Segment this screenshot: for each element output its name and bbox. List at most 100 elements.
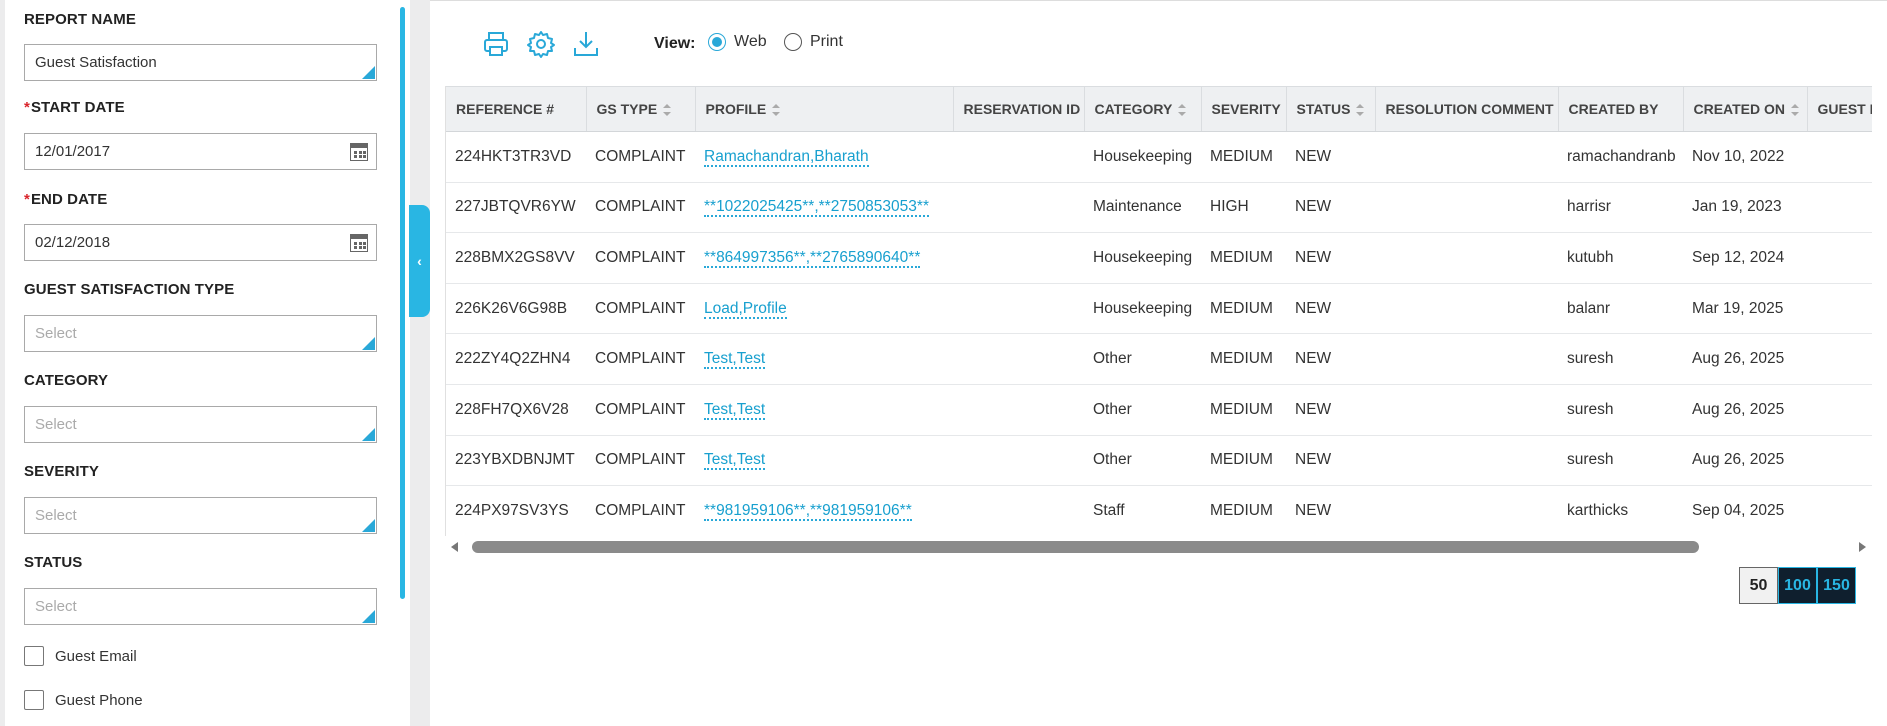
status-select[interactable]: Select [24, 588, 377, 625]
col-header-reservation-id[interactable]: RESERVATION ID [953, 86, 1085, 132]
col-header-severity[interactable]: SEVERITY [1201, 86, 1287, 132]
table-row[interactable]: 224HKT3TR3VD COMPLAINT Ramachandran,Bharat… [446, 131, 1872, 183]
category-select[interactable]: Select [24, 406, 377, 443]
profile-link[interactable]: Test,Test [704, 350, 766, 370]
table-cell: ramachandranb [1558, 131, 1683, 183]
guest-phone-checkbox[interactable] [24, 690, 44, 710]
col-header-guest-email[interactable]: GUEST E [1807, 86, 1872, 132]
table-cell [1375, 182, 1558, 234]
web-radio[interactable] [708, 33, 726, 51]
report-name-select[interactable]: Guest Satisfaction [24, 44, 377, 81]
left-panel-scrollbar[interactable] [400, 7, 405, 599]
col-header-resolution-comment[interactable]: RESOLUTION COMMENT [1375, 86, 1559, 132]
profile-link[interactable]: Ramachandran,Bharath [704, 147, 869, 167]
print-radio-label: Print [810, 33, 843, 50]
horizontal-scrollbar[interactable] [445, 537, 1872, 557]
scroll-left-arrow-icon[interactable] [451, 542, 458, 552]
dropdown-corner-icon [362, 66, 375, 79]
table-cell: NEW [1286, 283, 1375, 335]
start-date-field[interactable]: 12/01/2017 [24, 133, 377, 170]
col-header-created-on[interactable]: CREATED ON [1683, 86, 1808, 132]
end-date-value: 02/12/2018 [35, 234, 111, 251]
scroll-right-arrow-icon[interactable] [1859, 542, 1866, 552]
print-radio[interactable] [784, 33, 802, 51]
scroll-thumb[interactable] [472, 541, 1699, 553]
page-size-150-button[interactable]: 150 [1817, 567, 1856, 604]
table-cell [1807, 283, 1872, 335]
guest-phone-option[interactable]: Guest Phone [24, 690, 143, 710]
table-cell [1375, 131, 1558, 183]
table-cell [1375, 384, 1558, 436]
profile-link[interactable]: **864997356**,**2765890640** [704, 248, 921, 268]
col-header-category[interactable]: CATEGORY [1084, 86, 1202, 132]
table-row[interactable]: 222ZY4Q2ZHN4 COMPLAINT Test,Test Other MEDIU… [446, 333, 1872, 385]
table-row[interactable]: 227JBTQVR6YW COMPLAINT **1022025425**,**27… [446, 182, 1872, 234]
view-option-web[interactable]: Web [708, 33, 767, 51]
table-cell: **981959106**,**981959106** [695, 485, 953, 536]
sort-icon[interactable] [1356, 104, 1365, 117]
profile-link[interactable]: Test,Test [704, 451, 766, 471]
sort-icon[interactable] [772, 104, 781, 117]
table-row[interactable]: 224PX97SV3YS COMPLAINT **981959106**,**981… [446, 485, 1872, 536]
col-header-created-by[interactable]: CREATED BY [1558, 86, 1684, 132]
table-cell: 227JBTQVR6YW [446, 182, 586, 234]
table-cell: Test,Test [695, 435, 953, 487]
table-cell: COMPLAINT [586, 283, 695, 335]
print-icon[interactable] [481, 29, 511, 59]
col-header-status[interactable]: STATUS [1286, 86, 1376, 132]
guest-email-checkbox[interactable] [24, 646, 44, 666]
table-cell: COMPLAINT [586, 333, 695, 385]
table-cell: Nov 10, 2022 [1683, 131, 1807, 183]
table-cell [953, 283, 1084, 335]
table-cell: COMPLAINT [586, 232, 695, 284]
view-option-print[interactable]: Print [784, 33, 843, 51]
view-label: View: [654, 35, 696, 52]
table-cell: NEW [1286, 435, 1375, 487]
table-cell: Other [1084, 435, 1201, 487]
page-size-50-button[interactable]: 50 [1739, 567, 1778, 604]
profile-link[interactable]: Test,Test [704, 400, 766, 420]
page-size-100-button[interactable]: 100 [1778, 567, 1817, 604]
table-cell: Aug 26, 2025 [1683, 384, 1807, 436]
table-cell: Load,Profile [695, 283, 953, 335]
sort-icon[interactable] [663, 104, 672, 117]
table-cell [1807, 232, 1872, 284]
guest-email-option[interactable]: Guest Email [24, 646, 137, 666]
table-row[interactable]: 223YBXDBNJMT COMPLAINT Test,Test Other MEDIU… [446, 435, 1872, 487]
profile-link[interactable]: **1022025425**,**2750853053** [704, 198, 929, 218]
sort-icon[interactable] [1791, 104, 1800, 117]
end-date-field[interactable]: 02/12/2018 [24, 224, 377, 261]
table-cell: MEDIUM [1201, 283, 1286, 335]
category-label: CATEGORY [24, 372, 109, 389]
settings-gear-icon[interactable] [526, 29, 556, 59]
calendar-icon[interactable] [350, 143, 368, 161]
download-icon[interactable] [571, 29, 601, 59]
dropdown-corner-icon [362, 337, 375, 350]
table-cell: MEDIUM [1201, 384, 1286, 436]
col-header-reference[interactable]: REFERENCE # [446, 86, 587, 132]
dropdown-corner-icon [362, 428, 375, 441]
profile-link[interactable]: **981959106**,**981959106** [704, 501, 912, 521]
results-grid: REFERENCE # GS TYPE PROFILE RESERVATION … [445, 86, 1872, 536]
gs-type-placeholder: Select [35, 325, 77, 342]
table-row[interactable]: 228BMX2GS8VV COMPLAINT **864997356**,**276… [446, 232, 1872, 284]
table-cell: suresh [1558, 435, 1683, 487]
report-name-value: Guest Satisfaction [35, 54, 157, 71]
sort-icon[interactable] [1178, 104, 1187, 117]
col-header-text: GS TYPE [596, 101, 658, 117]
gs-type-select[interactable]: Select [24, 315, 377, 352]
col-header-text: CREATED ON [1693, 101, 1786, 117]
col-header-profile[interactable]: PROFILE [695, 86, 954, 132]
table-cell [953, 232, 1084, 284]
collapse-panel-button[interactable]: ‹ [409, 205, 430, 317]
table-row[interactable]: 228FH7QX6V28 COMPLAINT Test,Test Other MEDIU… [446, 384, 1872, 436]
start-date-label-text: START DATE [30, 99, 125, 116]
calendar-icon[interactable] [350, 234, 368, 252]
severity-select[interactable]: Select [24, 497, 377, 534]
col-header-gs-type[interactable]: GS TYPE [586, 86, 696, 132]
status-label: STATUS [24, 554, 83, 571]
profile-link[interactable]: Load,Profile [704, 299, 787, 319]
required-mark: * [24, 191, 30, 208]
table-cell: suresh [1558, 333, 1683, 385]
table-row[interactable]: 226K26V6G98B COMPLAINT Load,Profile Houseke… [446, 283, 1872, 335]
